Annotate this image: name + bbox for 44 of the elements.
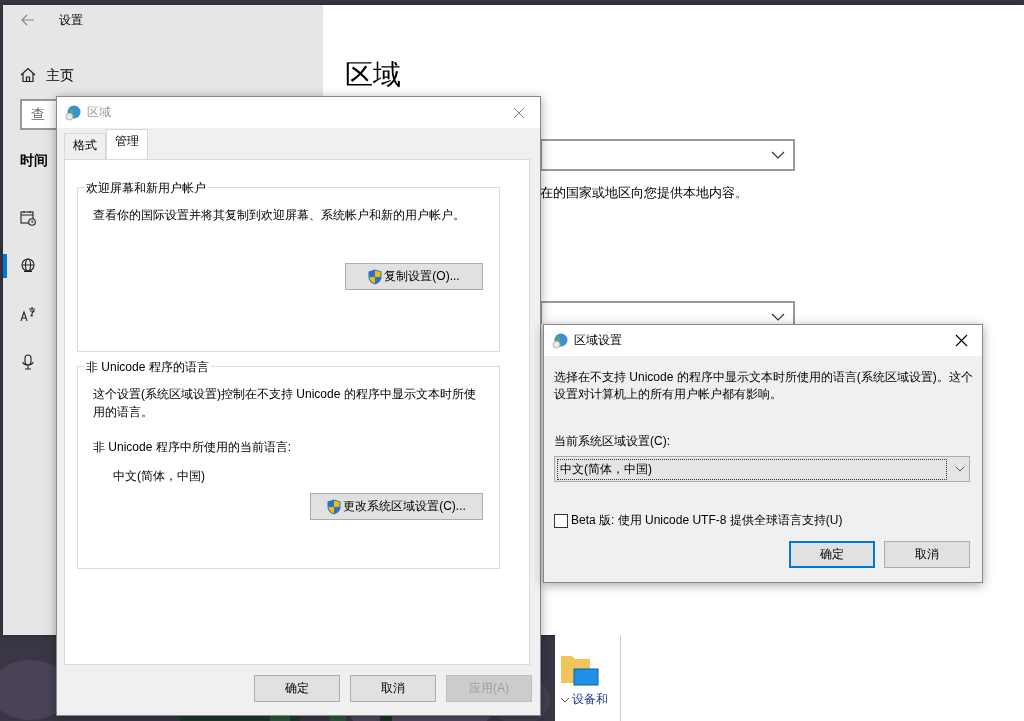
dropdown[interactable] bbox=[540, 139, 795, 171]
folder-icon bbox=[560, 653, 600, 687]
dialog-button[interactable]: 确定 bbox=[789, 541, 875, 568]
dialog-button[interactable]: 取消 bbox=[350, 675, 436, 702]
field-label: 非 Unicode 程序中所使用的当前语言: bbox=[93, 439, 293, 456]
chevron-down-icon bbox=[771, 312, 785, 321]
language-icon bbox=[20, 306, 36, 322]
dialog-button[interactable]: 确定 bbox=[254, 675, 340, 702]
group-legend: 欢迎屏幕和新用户帐户 bbox=[84, 180, 208, 197]
page-title: 区域 bbox=[345, 58, 402, 92]
search-field[interactable]: 查 bbox=[20, 99, 56, 130]
tree-item[interactable]: 设备和 bbox=[572, 691, 608, 708]
shield-icon bbox=[368, 268, 383, 285]
back-arrow-icon[interactable] bbox=[21, 14, 35, 26]
home-icon bbox=[20, 67, 36, 83]
globe-icon bbox=[20, 258, 36, 274]
locale-select[interactable]: 中文(简体，中国) bbox=[554, 456, 970, 482]
dialog-title: 区域设置 bbox=[574, 332, 623, 349]
globe-icon bbox=[552, 332, 568, 349]
calendar-icon bbox=[20, 210, 36, 226]
dialog-title: 区域 bbox=[87, 104, 112, 121]
group-legend: 非 Unicode 程序的语言 bbox=[84, 359, 211, 376]
settings-button[interactable]: 复制设置(O)... bbox=[345, 263, 483, 290]
dialog-button[interactable]: 取消 bbox=[884, 541, 970, 568]
window-title: 设置 bbox=[59, 11, 83, 29]
group-description: 这个设置(系统区域设置)控制在不支持 Unicode 的程序中显示文本时所使用的语言。 bbox=[93, 386, 477, 421]
checkbox-label[interactable]: Beta 版: 使用 Unicode UTF-8 提供全球语言支持(U) bbox=[571, 512, 843, 529]
field-label: 当前系统区域设置(C): bbox=[554, 433, 671, 450]
chevron-down-icon bbox=[560, 696, 570, 703]
tab[interactable]: 管理 bbox=[106, 129, 148, 159]
chevron-down-icon bbox=[771, 151, 785, 159]
home-link[interactable]: 主页 bbox=[46, 65, 74, 85]
tab[interactable]: 格式 bbox=[64, 133, 106, 159]
settings-button[interactable]: 更改系统区域设置(C)... bbox=[310, 493, 483, 520]
shield-icon bbox=[327, 498, 342, 515]
region-description: 在的国家或地区向您提供本地内容。 bbox=[540, 184, 749, 202]
microphone-icon bbox=[20, 354, 36, 370]
chevron-down-icon bbox=[955, 466, 965, 472]
dialog-description: 选择在不支持 Unicode 的程序中显示文本时所使用的语言(系统区域设置)。这个设置对计算机上的所有用户帐户都有影响。 bbox=[554, 369, 974, 403]
group-description: 查看你的国际设置并将其复制到欢迎屏幕、系统帐户和新的用户帐户。 bbox=[93, 207, 466, 224]
section-heading: 时间 bbox=[20, 152, 49, 170]
checkbox[interactable] bbox=[554, 513, 568, 528]
current-language: 中文(简体，中国) bbox=[113, 468, 206, 485]
globe-icon bbox=[65, 104, 81, 121]
